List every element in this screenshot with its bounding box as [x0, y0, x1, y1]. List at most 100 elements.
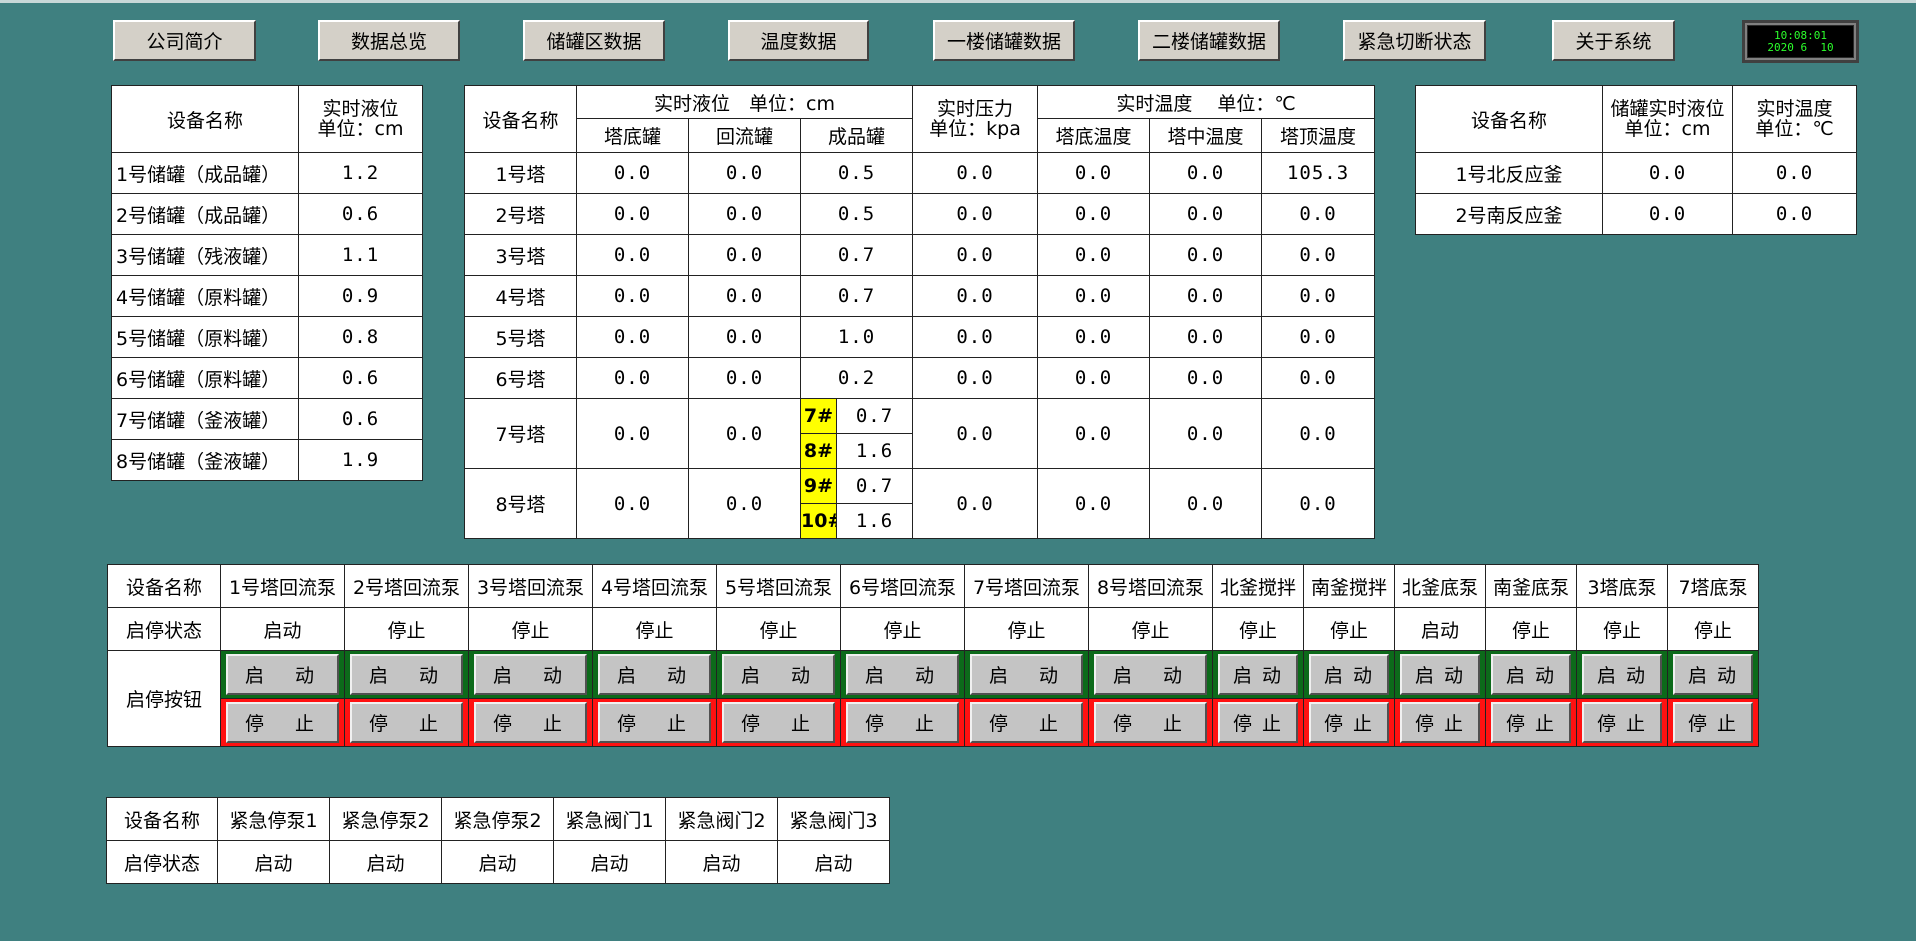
emergency-row-header-state: 启停状态: [106, 840, 218, 884]
stop-button[interactable]: 停 止: [350, 702, 463, 743]
start-button[interactable]: 启 动: [1400, 654, 1480, 695]
reactor-temp: 0.0: [1732, 193, 1857, 235]
pump-state: 停止: [592, 607, 717, 651]
tower-bottom-temp: 0.0: [1037, 468, 1151, 539]
stop-button-frame: 停 止: [841, 699, 964, 746]
pump-state: 停止: [344, 607, 469, 651]
stop-button[interactable]: 停 止: [722, 702, 835, 743]
nav-temperature-button[interactable]: 温度数据: [728, 20, 869, 61]
start-button[interactable]: 启 动: [1673, 654, 1753, 695]
tower-product-level: 0.2: [799, 357, 914, 399]
stop-button[interactable]: 停 止: [1094, 702, 1207, 743]
tower-subheader-bottom-temp: 塔底温度: [1037, 118, 1151, 153]
start-button[interactable]: 启 动: [722, 654, 835, 695]
tank-name: 1号储罐（成品罐）: [111, 152, 299, 194]
start-button[interactable]: 启 动: [1218, 654, 1298, 695]
start-button[interactable]: 启 动: [1094, 654, 1207, 695]
table-row: 6号储罐（原料罐） 0.6: [111, 357, 423, 399]
start-button[interactable]: 启 动: [1309, 654, 1389, 695]
tower-pressure: 0.0: [912, 275, 1039, 317]
start-button[interactable]: 启 动: [1582, 654, 1662, 695]
nav-tank-area-button[interactable]: 储罐区数据: [523, 20, 665, 61]
tower-bottom-level: 0.0: [576, 468, 689, 539]
start-button-frame: 启 动: [841, 651, 964, 698]
nav-company-intro-button[interactable]: 公司简介: [113, 20, 256, 61]
nav-emergency-cutoff-button[interactable]: 紧急切断状态: [1343, 20, 1486, 61]
table-row: 4号储罐（原料罐） 0.9: [111, 275, 423, 317]
reactor-header-level: 储罐实时液位 单位：cm: [1602, 85, 1733, 153]
pump-name: 北釜底泵: [1394, 564, 1486, 608]
pump-name: 4号塔回流泵: [592, 564, 717, 608]
start-button[interactable]: 启 动: [970, 654, 1083, 695]
pump-stop-cell: 停 止: [592, 698, 717, 747]
pump-start-cell: 启 动: [220, 650, 345, 699]
tower-reflux-level: 0.0: [688, 275, 801, 317]
stop-button[interactable]: 停 止: [970, 702, 1083, 743]
stop-button[interactable]: 停 止: [1491, 702, 1571, 743]
pump-stop-cell: 停 止: [840, 698, 965, 747]
pump-state: 停止: [1088, 607, 1213, 651]
start-button[interactable]: 启 动: [846, 654, 959, 695]
tower-subheader-product-tank: 成品罐: [799, 118, 914, 153]
start-button[interactable]: 启 动: [474, 654, 587, 695]
start-button-frame: 启 动: [345, 651, 468, 698]
start-button[interactable]: 启 动: [598, 654, 711, 695]
pump-state: 停止: [468, 607, 593, 651]
tower-bottom-level: 0.0: [576, 316, 689, 358]
pump-start-cell: 启 动: [840, 650, 965, 699]
table-row: 8号储罐（釜液罐） 1.9: [111, 439, 423, 481]
stop-button[interactable]: 停 止: [1218, 702, 1298, 743]
start-button[interactable]: 启 动: [226, 654, 339, 695]
pump-name: 南釜搅拌: [1303, 564, 1395, 608]
product-tank-tag: 9#: [800, 468, 837, 504]
table-row: 8号塔 0.0 0.0 9# 0.7 0.0 0.0 0.0 0.0: [464, 468, 1376, 539]
tower-bottom-temp: 0.0: [1037, 357, 1151, 399]
emergency-row-header-name: 设备名称: [106, 797, 218, 841]
stop-button[interactable]: 停 止: [226, 702, 339, 743]
nav-second-floor-button[interactable]: 二楼储罐数据: [1138, 20, 1280, 61]
stop-button-frame: 停 止: [221, 699, 344, 746]
tank-level-table: 设备名称 实时液位 单位：cm 1号储罐（成品罐） 1.2 2号储罐（成品罐） 0.…: [111, 85, 423, 481]
nav-first-floor-button[interactable]: 一楼储罐数据: [933, 20, 1075, 61]
tower-bottom-level: 0.0: [576, 193, 689, 235]
stop-button-frame: 停 止: [469, 699, 592, 746]
emergency-device-name: 紧急停泵1: [217, 797, 330, 841]
reactor-header-temp-text: 实时温度: [1756, 98, 1833, 120]
start-button[interactable]: 启 动: [350, 654, 463, 695]
nav-data-overview-button[interactable]: 数据总览: [318, 20, 460, 61]
pump-row-header-button: 启停按钮: [107, 650, 221, 747]
pump-name: 7塔底泵: [1667, 564, 1759, 608]
reactor-header-level-text: 储罐实时液位: [1610, 98, 1725, 120]
table-row: 6号塔 0.0 0.0 0.2 0.0 0.0 0.0 0.0: [464, 357, 1376, 399]
tower-top-temp: 0.0: [1261, 234, 1376, 276]
pump-stop-cell: 停 止: [1485, 698, 1577, 747]
emergency-device-state: 启动: [217, 840, 330, 884]
tower-pressure: 0.0: [912, 357, 1039, 399]
stop-button[interactable]: 停 止: [846, 702, 959, 743]
table-row: 2号南反应釜 0.0 0.0: [1415, 193, 1857, 235]
reactor-temp: 0.0: [1732, 152, 1857, 194]
tank-name: 2号储罐（成品罐）: [111, 193, 299, 235]
table-row: 1号塔 0.0 0.0 0.5 0.0 0.0 0.0 105.3: [464, 152, 1376, 194]
pump-name: 南釜底泵: [1485, 564, 1577, 608]
stop-button[interactable]: 停 止: [1400, 702, 1480, 743]
product-tank-tag: 8#: [800, 433, 837, 469]
stop-button[interactable]: 停 止: [1309, 702, 1389, 743]
pump-row-header-name: 设备名称: [107, 564, 221, 608]
tower-top-temp: 0.0: [1261, 275, 1376, 317]
pump-start-cell: 启 动: [964, 650, 1089, 699]
pump-start-cell: 启 动: [716, 650, 841, 699]
stop-button[interactable]: 停 止: [598, 702, 711, 743]
emergency-device-name: 紧急阀门1: [553, 797, 666, 841]
stop-button[interactable]: 停 止: [474, 702, 587, 743]
tower-bottom-level: 0.0: [576, 398, 689, 469]
stop-button[interactable]: 停 止: [1673, 702, 1753, 743]
pump-state: 停止: [1667, 607, 1759, 651]
nav-about-button[interactable]: 关于系统: [1552, 20, 1675, 61]
tower-top-temp: 0.0: [1261, 357, 1376, 399]
stop-button[interactable]: 停 止: [1582, 702, 1662, 743]
start-button[interactable]: 启 动: [1491, 654, 1571, 695]
tank-name: 5号储罐（原料罐）: [111, 316, 299, 358]
stop-button-frame: 停 止: [965, 699, 1088, 746]
tower-header-pressure-text: 实时压力: [937, 98, 1014, 120]
